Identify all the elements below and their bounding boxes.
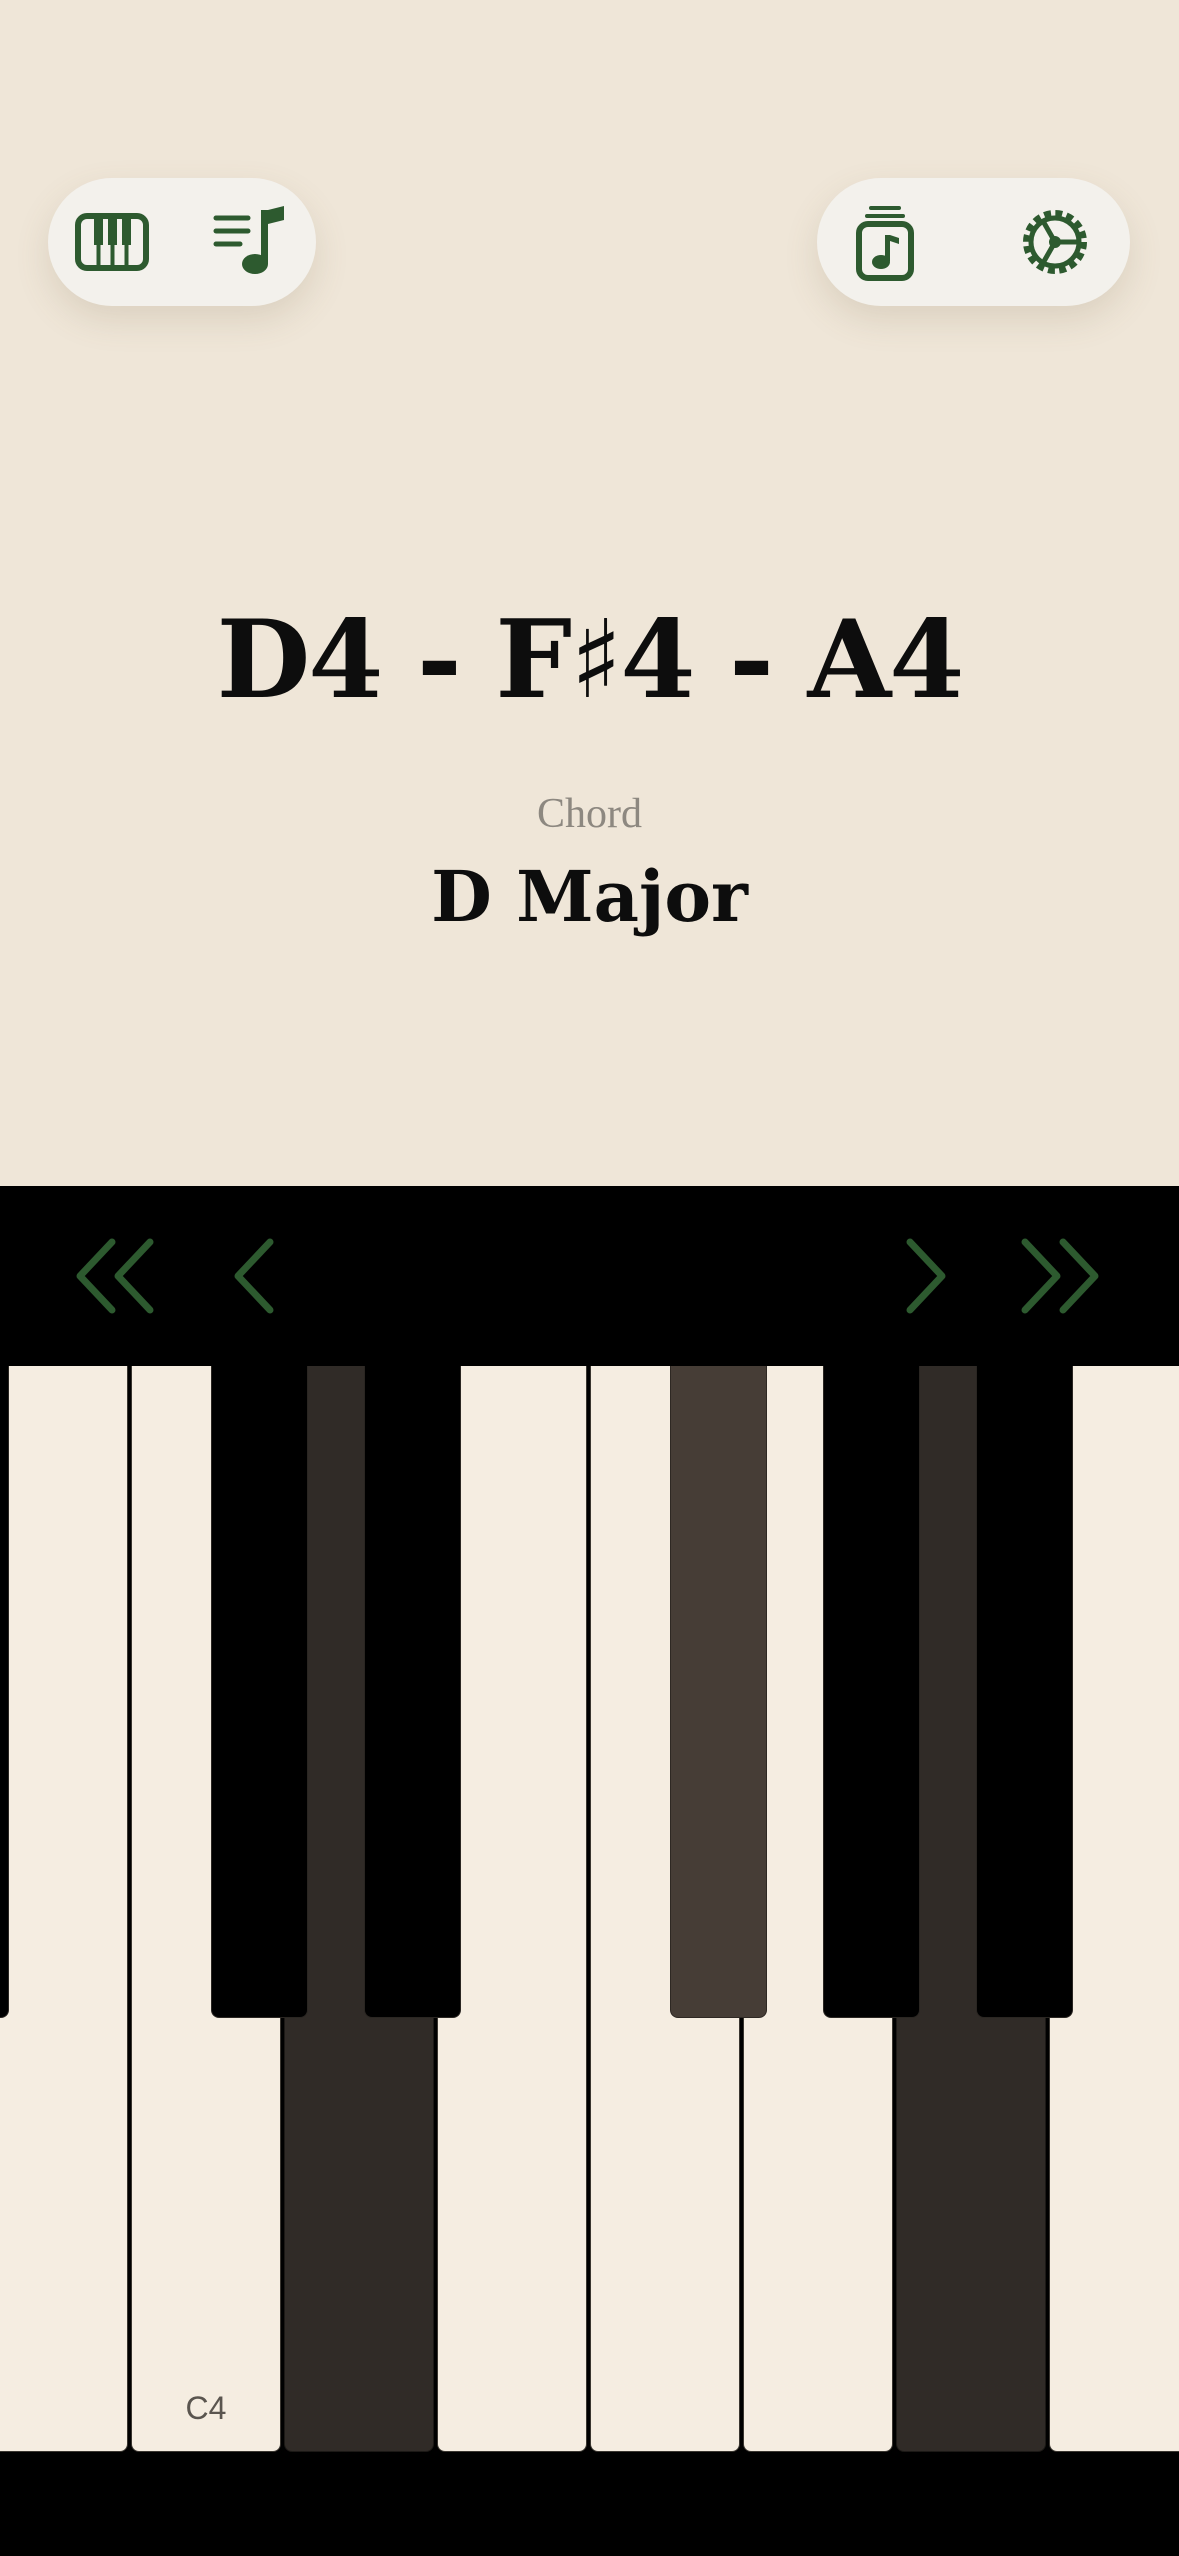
double-chevron-left-icon — [76, 1238, 154, 1314]
scroll-octave-right-button[interactable] — [1015, 1236, 1105, 1316]
chevron-right-icon — [906, 1238, 946, 1314]
piano-keyboard: C4 — [0, 1366, 1179, 2454]
black-key-d-sharp-4[interactable] — [364, 1366, 461, 2018]
playlist-icon — [213, 206, 284, 274]
music-library-icon — [856, 206, 914, 281]
key-label-c4: C4 — [185, 2390, 227, 2426]
piano-icon — [75, 213, 149, 271]
chord-name: D Major — [431, 855, 748, 938]
scroll-octave-left-button[interactable] — [70, 1236, 160, 1316]
double-chevron-right-icon — [1021, 1238, 1099, 1314]
scroll-key-left-button[interactable] — [210, 1236, 300, 1316]
bottom-bar — [0, 2454, 1179, 2556]
chord-label: Chord — [537, 791, 642, 837]
black-key-a-sharp-4[interactable] — [976, 1366, 1073, 2018]
chord-display-area: D4 - F♯4 - A4 Chord D Major — [0, 0, 1179, 1186]
music-library-button[interactable] — [845, 202, 925, 282]
chord-notes: D4 - F♯4 - A4 — [216, 597, 965, 723]
chevron-left-icon — [234, 1238, 274, 1314]
white-key-b3[interactable] — [0, 1366, 128, 2452]
piano-button[interactable] — [72, 202, 152, 282]
playlist-button[interactable] — [212, 202, 292, 282]
black-key-f-sharp-4-pressed[interactable] — [670, 1366, 767, 2018]
settings-button[interactable] — [1015, 202, 1095, 282]
black-key-g-sharp-4[interactable] — [823, 1366, 920, 2018]
right-toolbar — [817, 178, 1130, 306]
keyboard-navigation-bar — [0, 1186, 1179, 1366]
scroll-key-right-button[interactable] — [880, 1236, 970, 1316]
left-toolbar — [48, 178, 316, 306]
black-key-a-sharp-3[interactable] — [0, 1366, 9, 2018]
settings-gear-icon — [1023, 210, 1087, 274]
black-key-c-sharp-4[interactable] — [211, 1366, 308, 2018]
